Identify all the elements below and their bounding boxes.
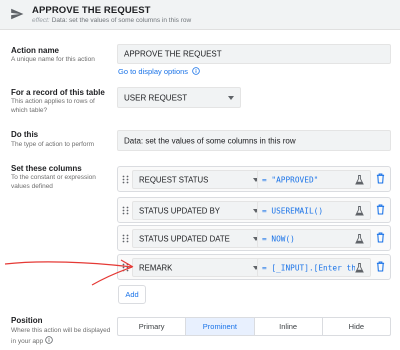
flask-icon[interactable] — [355, 206, 364, 216]
column-assignment-row: STATUS UPDATED DATE = NOW() — [117, 225, 391, 251]
column-assignment-row: REMARK = [_INPUT].[Enter the — [117, 254, 391, 280]
column-assignment-row: REQUEST STATUS = "APPROVED" — [117, 166, 391, 192]
expression-value: = NOW() — [262, 234, 295, 243]
expression-field[interactable]: = USEREMAIL() — [257, 201, 371, 220]
table-label: For a record of this table — [11, 88, 105, 97]
display-options-label: Go to display options — [118, 67, 189, 76]
action-name-input[interactable]: APPROVE THE REQUEST — [117, 44, 391, 64]
subtitle-label: effect: — [32, 17, 50, 24]
action-title: APPROVE THE REQUEST — [32, 5, 151, 16]
position-toggle: Primary Prominent Inline Hide — [117, 317, 391, 336]
column-select[interactable]: REMARK — [132, 258, 266, 277]
position-desc-text: Where this action will be displayed in y… — [11, 327, 111, 345]
drag-handle-icon[interactable] — [122, 175, 129, 184]
delete-icon[interactable] — [376, 173, 385, 184]
drag-handle-icon[interactable] — [122, 206, 129, 215]
action-name-desc: A unique name for this action — [11, 56, 95, 63]
column-select[interactable]: STATUS UPDATED DATE — [132, 229, 266, 248]
table-select[interactable]: USER REQUEST — [117, 87, 241, 108]
column-assignment-row: STATUS UPDATED BY = USEREMAIL() — [117, 197, 391, 223]
expression-field[interactable]: = "APPROVED" — [257, 170, 371, 189]
send-icon — [11, 8, 24, 20]
position-option-prominent[interactable]: Prominent — [186, 318, 255, 335]
expression-value: = "APPROVED" — [262, 175, 319, 184]
expression-field[interactable]: = NOW() — [257, 229, 371, 248]
table-select-value: USER REQUEST — [124, 93, 188, 102]
column-select-value: STATUS UPDATED DATE — [139, 234, 230, 243]
column-select[interactable]: REQUEST STATUS — [132, 170, 266, 189]
action-name-value: APPROVE THE REQUEST — [124, 49, 222, 59]
position-label: Position — [11, 316, 43, 325]
action-subtitle: effect: Data: set the values of some colu… — [32, 17, 191, 24]
action-type-value: Data: set the values of some columns in … — [124, 136, 296, 145]
info-icon[interactable] — [45, 335, 53, 344]
subtitle-text: Data: set the values of some columns in … — [51, 17, 192, 24]
table-desc: This action applies to rows of which tab… — [11, 98, 95, 114]
expression-value: = [_INPUT].[Enter the — [262, 263, 361, 272]
column-select-value: REQUEST STATUS — [139, 175, 209, 184]
delete-icon[interactable] — [376, 261, 385, 272]
do-this-desc: The type of action to perform — [11, 141, 95, 148]
position-option-hide[interactable]: Hide — [323, 318, 390, 335]
flask-icon[interactable] — [355, 234, 364, 244]
set-columns-label: Set these columns — [11, 164, 82, 173]
action-name-label: Action name — [11, 46, 60, 55]
delete-icon[interactable] — [376, 232, 385, 243]
drag-handle-icon[interactable] — [122, 234, 129, 243]
info-icon — [192, 67, 200, 75]
flask-icon[interactable] — [355, 263, 364, 273]
annotation-arrow — [4, 259, 134, 286]
chevron-down-icon — [228, 95, 234, 100]
column-select-value: STATUS UPDATED BY — [139, 206, 221, 215]
position-option-inline[interactable]: Inline — [255, 318, 323, 335]
flask-icon[interactable] — [355, 175, 364, 185]
action-header: APPROVE THE REQUEST effect: Data: set the… — [0, 0, 400, 30]
position-desc: Where this action will be displayed in y… — [11, 327, 111, 346]
expression-field[interactable]: = [_INPUT].[Enter the — [257, 258, 371, 277]
set-columns-desc: To the constant or expression values def… — [11, 174, 96, 190]
column-select-value: REMARK — [139, 263, 173, 272]
position-option-primary[interactable]: Primary — [118, 318, 187, 335]
action-type-select[interactable]: Data: set the values of some columns in … — [117, 130, 391, 151]
expression-value: = USEREMAIL() — [262, 206, 324, 215]
delete-icon[interactable] — [376, 204, 385, 215]
do-this-label: Do this — [11, 130, 39, 139]
display-options-link[interactable]: Go to display options — [118, 67, 200, 76]
column-select[interactable]: STATUS UPDATED BY — [132, 201, 266, 220]
